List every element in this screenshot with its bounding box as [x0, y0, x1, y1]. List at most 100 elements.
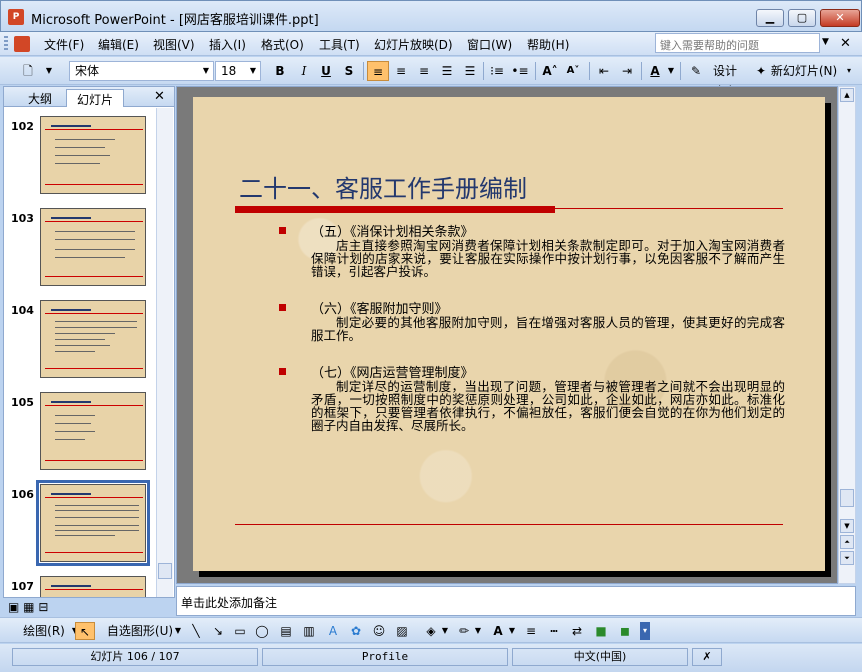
increase-indent-icon[interactable]: ⇥ [617, 61, 637, 81]
font-select[interactable]: 宋体 ▼ [69, 61, 214, 81]
new-slide-button[interactable]: 新幻灯片(N) [769, 61, 839, 81]
new-slide-icon[interactable]: ✦ [752, 61, 770, 81]
clipart-icon[interactable]: ☺ [370, 622, 388, 640]
notes-pane[interactable]: 单击此处添加备注 [176, 586, 856, 616]
scroll-up-icon[interactable]: ▲ [840, 88, 854, 102]
slide-thumbnail-106[interactable] [36, 480, 150, 566]
help-search-input[interactable]: 键入需要帮助的问题 [655, 33, 820, 53]
grip-icon[interactable] [4, 36, 8, 52]
slide-canvas[interactable]: 二十一、客服工作手册编制 （五）《消保计划相关条款》 店主直接参照淘宝网消费者保… [176, 86, 838, 584]
chevron-down-icon[interactable]: ▼ [173, 622, 183, 640]
decrease-indent-icon[interactable]: ⇤ [594, 61, 614, 81]
font-size-select[interactable]: 18 ▼ [215, 61, 261, 81]
fill-color-icon[interactable]: ◈ [422, 622, 440, 640]
slide-thumbnail-105[interactable] [40, 392, 146, 470]
document-close-icon[interactable]: ✕ [840, 36, 851, 51]
font-color-icon[interactable]: A [489, 622, 507, 640]
bold-button[interactable]: B [271, 61, 289, 81]
dash-style-icon[interactable]: ┅ [545, 622, 563, 640]
document-icon[interactable] [14, 36, 30, 52]
menu-insert[interactable]: 插入(I) [209, 36, 246, 53]
shadow-button[interactable]: S [340, 61, 358, 81]
scroll-thumb[interactable] [840, 489, 854, 507]
slide-title[interactable]: 二十一、客服工作手册编制 [239, 169, 527, 204]
toolbar-options-icon[interactable]: ▾ [842, 61, 856, 81]
diagram-icon[interactable]: ✿ [347, 622, 365, 640]
autoshapes-button[interactable]: 自选图形(U) [104, 622, 176, 640]
next-slide-icon[interactable]: ⏷ [840, 551, 854, 565]
minimize-button[interactable]: ▁ [756, 9, 784, 27]
arrow-style-icon[interactable]: ⇄ [568, 622, 586, 640]
justify-icon[interactable]: ☰ [437, 61, 457, 81]
line-color-icon[interactable]: ✏ [455, 622, 473, 640]
3d-style-icon[interactable]: ◼ [616, 622, 634, 640]
increase-font-icon[interactable]: A˄ [540, 61, 560, 81]
slide-sorter-icon[interactable]: ▦ [23, 600, 34, 614]
thumbnail-scrollbar[interactable] [156, 108, 173, 597]
select-pointer-icon[interactable]: ↖ [75, 622, 95, 640]
align-left-icon[interactable]: ≡ [367, 61, 389, 81]
spelling-check-icon[interactable]: ✗ [692, 648, 722, 666]
font-color-icon[interactable]: A [645, 61, 665, 81]
maximize-button[interactable]: ▢ [788, 9, 816, 27]
menu-help[interactable]: 帮助(H) [527, 36, 569, 53]
scroll-thumb[interactable] [158, 563, 172, 579]
italic-button[interactable]: I [295, 61, 313, 81]
menu-tools[interactable]: 工具(T) [319, 36, 360, 53]
slide-thumbnail-list[interactable]: 102 103 104 105 106 107 [4, 108, 156, 597]
menu-edit[interactable]: 编辑(E) [98, 36, 139, 53]
tab-slides[interactable]: 幻灯片 [66, 89, 125, 107]
menu-view[interactable]: 视图(V) [153, 36, 195, 53]
new-document-icon[interactable]: 🗋 [18, 61, 38, 81]
line-style-icon[interactable]: ≡ [522, 622, 540, 640]
chevron-down-icon[interactable]: ▼ [199, 62, 213, 80]
slide-thumbnail-104[interactable] [40, 300, 146, 378]
shadow-style-icon[interactable]: ■ [592, 622, 610, 640]
chevron-down-icon[interactable]: ▼ [507, 622, 517, 640]
chevron-down-icon[interactable]: ▼ [246, 62, 260, 80]
picture-icon[interactable]: ▨ [393, 622, 411, 640]
rectangle-icon[interactable]: ▭ [231, 622, 249, 640]
normal-view-icon[interactable]: ▣ [8, 600, 19, 614]
bullets-icon[interactable]: •≡ [510, 61, 530, 81]
arrow-icon[interactable]: ↘ [209, 622, 227, 640]
line-icon[interactable]: ╲ [187, 622, 205, 640]
decrease-font-icon[interactable]: A˅ [563, 61, 583, 81]
section-body[interactable]: 制定必要的其他客服附加守则，旨在增强对客服人员的管理，使其更好的完成客服工作。 [311, 316, 785, 342]
powerpoint-icon[interactable]: P [8, 9, 24, 25]
oval-icon[interactable]: ◯ [253, 622, 271, 640]
section-body[interactable]: 制定详尽的运营制度，当出现了问题，管理者与被管理者之间就不会出现明显的矛盾，一切… [311, 380, 785, 432]
current-slide[interactable]: 二十一、客服工作手册编制 （五）《消保计划相关条款》 店主直接参照淘宝网消费者保… [193, 97, 825, 571]
previous-slide-icon[interactable]: ⏶ [840, 535, 854, 549]
design-icon[interactable]: ✎ [687, 61, 705, 81]
chevron-down-icon[interactable]: ▼ [42, 61, 56, 81]
chevron-down-icon[interactable]: ▼ [473, 622, 483, 640]
slide-thumbnail-103[interactable] [40, 208, 146, 286]
align-center-icon[interactable]: ≡ [391, 61, 411, 81]
wordart-icon[interactable]: A [324, 622, 342, 640]
menu-format[interactable]: 格式(O) [261, 36, 304, 53]
distribute-icon[interactable]: ☰ [460, 61, 480, 81]
scroll-down-icon[interactable]: ▼ [840, 519, 854, 533]
textbox-icon[interactable]: ▤ [277, 622, 295, 640]
menu-file[interactable]: 文件(F) [44, 36, 84, 53]
draw-menu-button[interactable]: 绘图(R) [18, 622, 70, 640]
numbering-icon[interactable]: ⁝≡ [487, 61, 507, 81]
vertical-textbox-icon[interactable]: ▥ [300, 622, 318, 640]
chevron-down-icon[interactable]: ▼ [440, 622, 450, 640]
slide-thumbnail-102[interactable] [40, 116, 146, 194]
close-icon[interactable]: ✕ [154, 89, 165, 104]
chevron-down-icon[interactable]: ▼ [665, 61, 677, 81]
align-right-icon[interactable]: ≡ [414, 61, 434, 81]
chevron-down-icon[interactable]: ▼ [822, 37, 829, 47]
close-button[interactable]: ✕ [820, 9, 860, 27]
menu-slideshow[interactable]: 幻灯片放映(D) [374, 36, 453, 53]
slideshow-icon[interactable]: ⊟ [38, 600, 48, 614]
slide-thumbnail-107[interactable] [40, 576, 146, 597]
menu-window[interactable]: 窗口(W) [467, 36, 512, 53]
section-body[interactable]: 店主直接参照淘宝网消费者保障计划相关条款制定即可。对于加入淘宝网消费者保障计划的… [311, 239, 785, 278]
toolbar-options-icon[interactable]: ▾ [640, 622, 650, 640]
tab-outline[interactable]: 大纲 [18, 89, 62, 107]
underline-button[interactable]: U [317, 61, 335, 81]
slide-scrollbar[interactable]: ▲ ▼ ⏶ ⏷ [838, 86, 856, 584]
